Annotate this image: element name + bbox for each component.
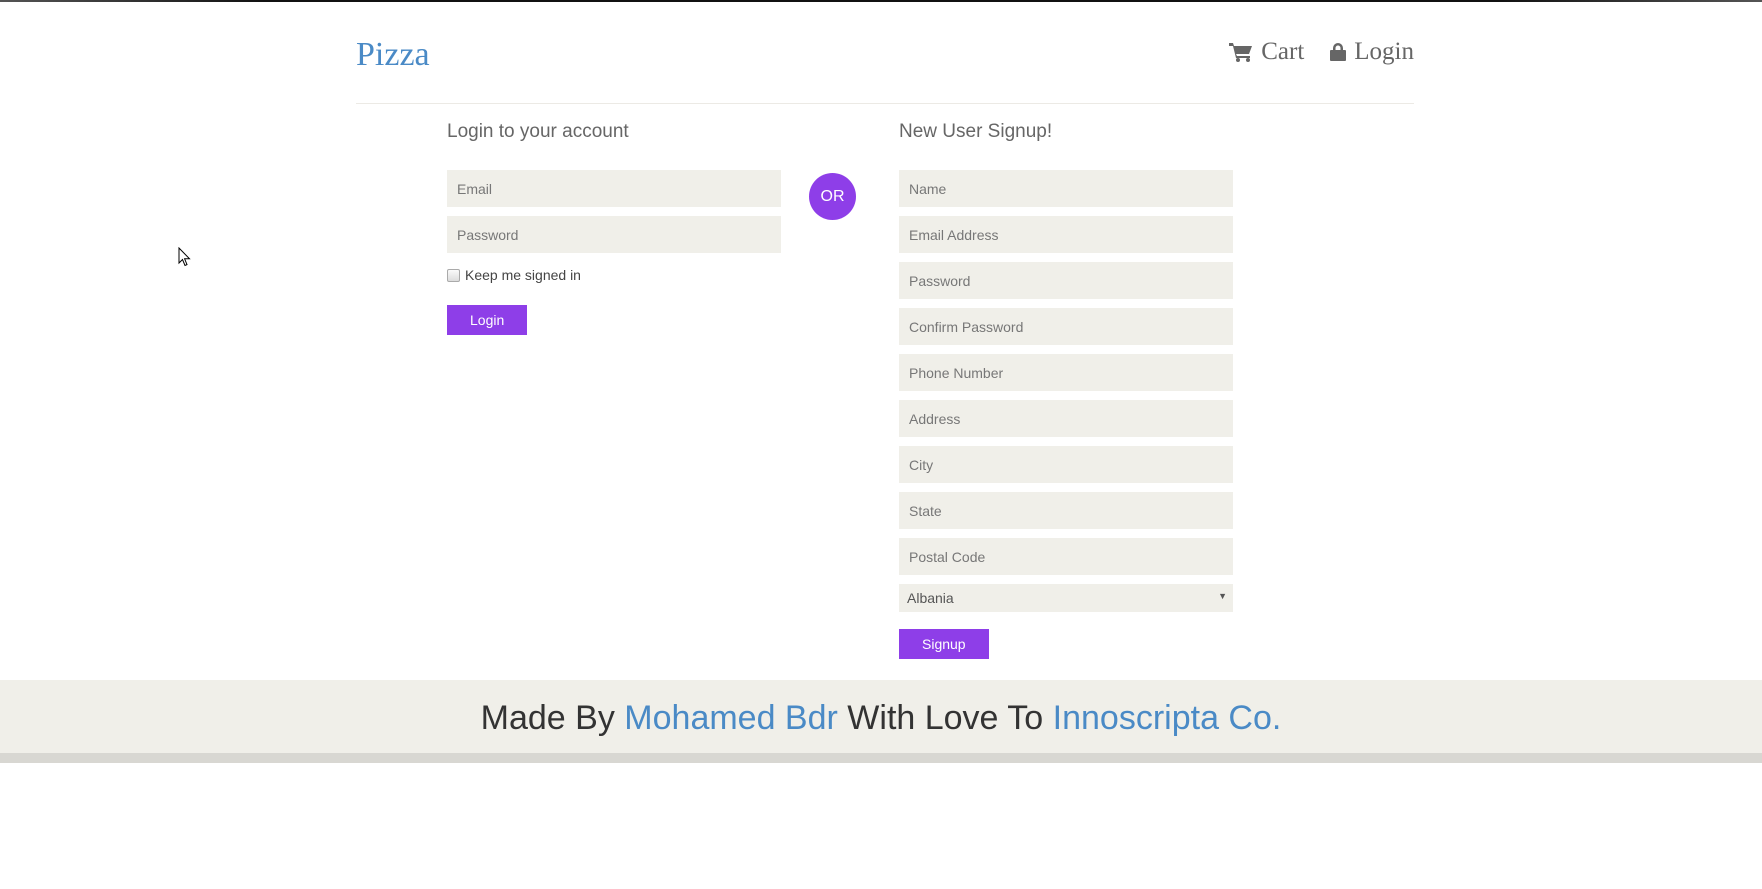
signup-phone-input[interactable] <box>899 354 1233 391</box>
login-title: Login to your account <box>447 121 629 142</box>
signup-button[interactable]: Signup <box>899 629 989 659</box>
footer-company-link[interactable]: Innoscripta Co. <box>1053 699 1282 737</box>
login-button[interactable]: Login <box>447 305 528 335</box>
signup-name-input[interactable] <box>899 170 1233 207</box>
login-password-input[interactable] <box>447 216 781 253</box>
signup-state-input[interactable] <box>899 492 1233 529</box>
keep-signed-in-checkbox[interactable] <box>447 268 460 282</box>
keep-signed-in-label[interactable]: Keep me signed in <box>465 267 581 283</box>
site-header: Pizza Cart Login <box>356 0 1414 104</box>
or-divider: OR <box>809 173 856 220</box>
signup-city-input[interactable] <box>899 446 1233 483</box>
signup-postal-code-input[interactable] <box>899 538 1233 575</box>
footer-middle: With Love To <box>847 699 1044 737</box>
nav-login[interactable]: Login <box>1330 38 1414 66</box>
footer-prefix: Made By <box>480 699 615 737</box>
signup-confirm-password-input[interactable] <box>899 308 1233 345</box>
keep-signed-in-row: Keep me signed in <box>447 267 781 283</box>
signup-email-input[interactable] <box>899 216 1233 253</box>
footer-credit: Made By Mohamed Bdr With Love To Innoscr… <box>0 699 1762 738</box>
lock-icon <box>1330 42 1347 62</box>
login-email-input[interactable] <box>447 170 781 207</box>
signup-address-input[interactable] <box>899 400 1233 437</box>
shopping-cart-icon <box>1229 42 1253 62</box>
nav-cart-label: Cart <box>1261 38 1305 65</box>
signup-title: New User Signup! <box>899 121 1053 142</box>
login-form: Login to your account Keep me signed in … <box>447 120 781 335</box>
brand-logo[interactable]: Pizza <box>356 36 430 74</box>
signup-form: New User Signup! Albania ▼ Signup <box>899 120 1233 659</box>
country-select[interactable]: Albania ▼ <box>899 584 1233 612</box>
footer-author-link[interactable]: Mohamed Bdr <box>624 699 838 737</box>
site-footer: Made By Mohamed Bdr With Love To Innoscr… <box>0 680 1762 763</box>
signup-password-input[interactable] <box>899 262 1233 299</box>
country-select-value: Albania <box>907 590 954 606</box>
chevron-down-icon: ▼ <box>1218 591 1227 601</box>
mouse-pointer-icon <box>178 246 192 272</box>
nav-login-label: Login <box>1354 38 1414 65</box>
main-nav: Cart Login <box>1229 38 1414 66</box>
nav-cart[interactable]: Cart <box>1229 38 1304 66</box>
